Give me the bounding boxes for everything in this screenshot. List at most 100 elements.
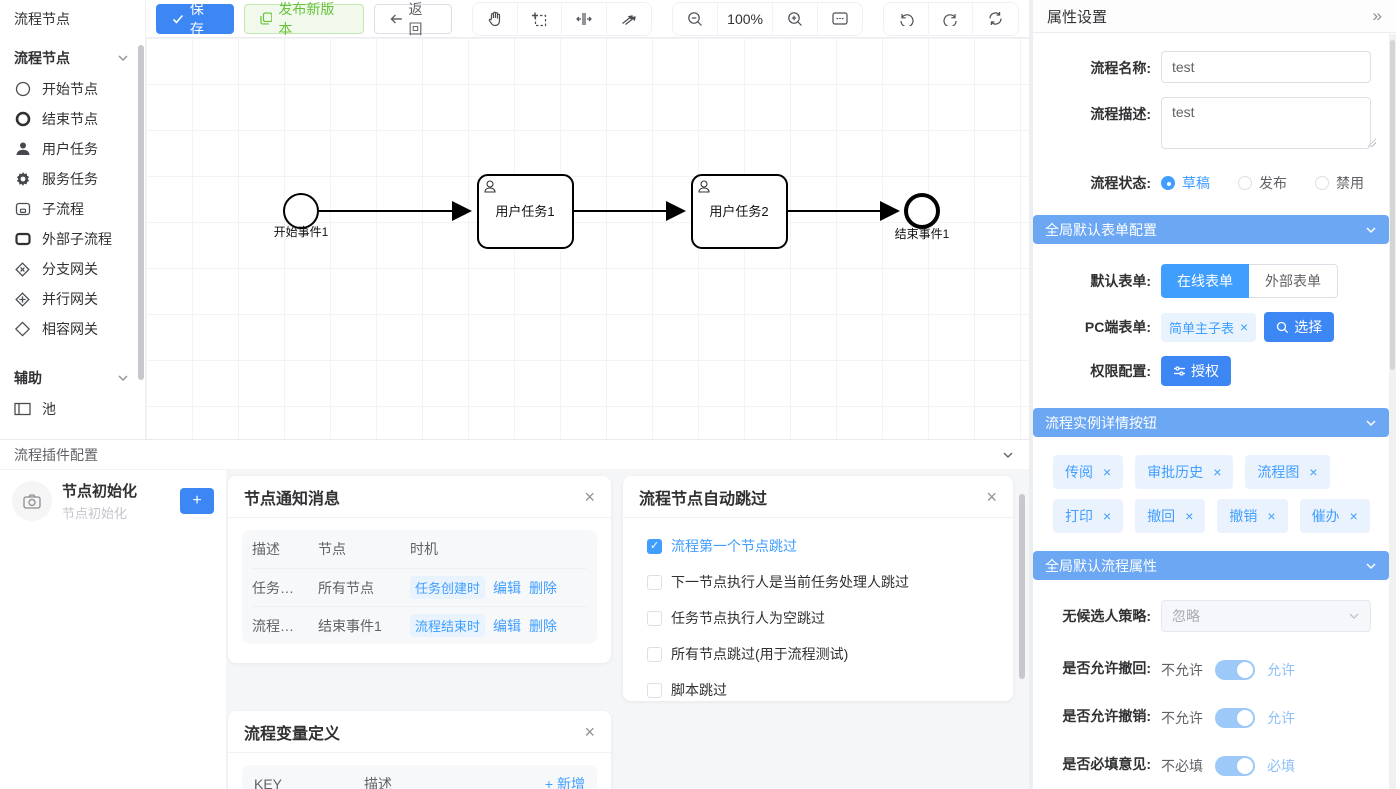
zoom-level-indicator[interactable]: 100% bbox=[718, 3, 773, 35]
panel-body: 流程第一个节点跳过 下一节点执行人是当前任务处理人跳过 任务节点执行人为空跳过 bbox=[623, 518, 1013, 734]
collapse-chevron-icon[interactable] bbox=[1001, 448, 1015, 462]
tool-group-history bbox=[883, 2, 1019, 36]
palette-item-end-node[interactable]: 结束节点 bbox=[0, 104, 145, 134]
palette-item-subprocess[interactable]: 子流程 bbox=[0, 194, 145, 224]
skip-option-same-assignee[interactable]: 下一节点执行人是当前任务处理人跳过 bbox=[647, 572, 989, 592]
panel-title: 节点通知消息 bbox=[244, 485, 340, 509]
user-task-1-node[interactable]: 用户任务1 bbox=[478, 175, 573, 248]
start-event-node[interactable]: 开始事件1 bbox=[274, 194, 329, 239]
collapse-panel-icon[interactable]: » bbox=[1373, 6, 1382, 26]
refresh-button[interactable] bbox=[973, 3, 1018, 35]
section-instance-detail-buttons[interactable]: 流程实例详情按钮 bbox=[1033, 408, 1389, 437]
undo-button[interactable] bbox=[884, 3, 929, 35]
publish-button[interactable]: 发布新版本 bbox=[244, 4, 364, 34]
allow-revoke-switch[interactable] bbox=[1215, 708, 1255, 728]
section-default-process-attrs[interactable]: 全局默认流程属性 bbox=[1033, 551, 1389, 580]
connect-tool-button[interactable] bbox=[607, 3, 652, 35]
sidebar-scrollbar[interactable] bbox=[138, 45, 144, 380]
cell-desc: 任务… bbox=[252, 578, 318, 598]
radio-published[interactable]: 发布 bbox=[1238, 173, 1287, 193]
select-form-button[interactable]: 选择 bbox=[1264, 312, 1334, 342]
remove-tag-icon[interactable]: × bbox=[1103, 508, 1111, 524]
back-button[interactable]: 返回 bbox=[374, 4, 453, 34]
tag-circulate: 传阅× bbox=[1053, 455, 1123, 489]
process-name-input[interactable] bbox=[1161, 51, 1371, 83]
palette-item-exclusive-gateway[interactable]: 分支网关 bbox=[0, 254, 145, 284]
delete-link[interactable]: 删除 bbox=[529, 616, 557, 636]
remove-tag-icon[interactable]: × bbox=[1103, 464, 1111, 480]
tag-flow-diagram: 流程图× bbox=[1245, 455, 1329, 489]
process-desc-textarea[interactable]: test bbox=[1161, 97, 1371, 149]
properties-header: 属性设置 » bbox=[1033, 0, 1396, 33]
remove-tag-icon[interactable]: × bbox=[1213, 464, 1221, 480]
palette-group-auxiliary[interactable]: 辅助 bbox=[0, 358, 145, 394]
online-form-button[interactable]: 在线表单 bbox=[1161, 264, 1249, 298]
remove-tag-icon[interactable]: × bbox=[1240, 319, 1248, 335]
strategy-select[interactable]: 忽略 bbox=[1161, 600, 1371, 632]
remove-tag-icon[interactable]: × bbox=[1350, 508, 1358, 524]
require-comment-switch[interactable] bbox=[1215, 756, 1255, 776]
arrow-left-icon bbox=[390, 13, 403, 25]
chevron-down-icon bbox=[117, 52, 129, 64]
palette-item-start-node[interactable]: 开始节点 bbox=[0, 74, 145, 104]
space-tool-button[interactable] bbox=[562, 3, 607, 35]
lasso-tool-button[interactable] bbox=[518, 3, 563, 35]
chevron-down-icon bbox=[117, 372, 129, 384]
palette-item-pool[interactable]: 池 bbox=[0, 394, 145, 424]
palette-item-service-task[interactable]: 服务任务 bbox=[0, 164, 145, 194]
delete-link[interactable]: 删除 bbox=[529, 578, 557, 598]
skip-option-script[interactable]: 脚本跳过 bbox=[647, 680, 989, 700]
process-status-label: 流程状态: bbox=[1033, 166, 1161, 193]
allow-withdraw-switch[interactable] bbox=[1215, 660, 1255, 680]
app-root: 流程节点 流程节点 开始节点 结束节点 用户任务 bbox=[0, 0, 1400, 789]
properties-scrollbar-thumb[interactable] bbox=[1390, 40, 1395, 370]
palette-group-process-nodes[interactable]: 流程节点 bbox=[0, 38, 145, 74]
section-default-form-config[interactable]: 全局默认表单配置 bbox=[1033, 215, 1389, 244]
remove-tag-icon[interactable]: × bbox=[1267, 508, 1275, 524]
edit-link[interactable]: 编辑 bbox=[493, 616, 521, 636]
space-tool-icon bbox=[576, 12, 592, 26]
skip-option-all-nodes[interactable]: 所有节点跳过(用于流程测试) bbox=[647, 644, 989, 664]
palette-item-label: 服务任务 bbox=[42, 169, 98, 189]
edit-link[interactable]: 编辑 bbox=[493, 578, 521, 598]
remove-tag-icon[interactable]: × bbox=[1185, 508, 1193, 524]
palette-item-label: 外部子流程 bbox=[42, 229, 112, 249]
user-task-2-node[interactable]: 用户任务2 bbox=[692, 175, 787, 248]
zoom-out-button[interactable] bbox=[673, 3, 718, 35]
radio-draft[interactable]: 草稿 bbox=[1161, 173, 1210, 193]
resize-grip-icon[interactable] bbox=[1367, 138, 1376, 147]
skip-option-first-node[interactable]: 流程第一个节点跳过 bbox=[647, 536, 989, 556]
remove-tag-icon[interactable]: × bbox=[1309, 464, 1317, 480]
hand-tool-button[interactable] bbox=[473, 3, 518, 35]
checkbox-icon bbox=[647, 683, 662, 698]
plugin-card-node-init[interactable]: 节点初始化 节点初始化 + bbox=[12, 480, 214, 522]
external-form-button[interactable]: 外部表单 bbox=[1249, 264, 1338, 298]
tag-approval-history: 审批历史× bbox=[1135, 455, 1233, 489]
chevron-down-icon bbox=[1365, 560, 1377, 572]
palette-item-parallel-gateway[interactable]: 并行网关 bbox=[0, 284, 145, 314]
checkbox-label: 所有节点跳过(用于流程测试) bbox=[671, 644, 848, 664]
radio-label: 禁用 bbox=[1336, 173, 1364, 193]
palette-item-external-subprocess[interactable]: 外部子流程 bbox=[0, 224, 145, 254]
palette-item-inclusive-gateway[interactable]: 相容网关 bbox=[0, 314, 145, 344]
panels-scrollbar[interactable] bbox=[1019, 494, 1025, 679]
end-event-node[interactable]: 结束事件1 bbox=[895, 195, 950, 241]
add-variable-link[interactable]: + 新增 bbox=[545, 774, 585, 789]
zoom-in-button[interactable] bbox=[773, 3, 818, 35]
checkbox-label: 脚本跳过 bbox=[671, 680, 727, 700]
close-icon[interactable]: × bbox=[584, 723, 595, 741]
fit-viewport-button[interactable] bbox=[818, 3, 863, 35]
radio-disabled[interactable]: 禁用 bbox=[1315, 173, 1364, 193]
add-plugin-button[interactable]: + bbox=[180, 488, 214, 514]
save-button[interactable]: 保存 bbox=[156, 4, 234, 34]
skip-option-empty-assignee[interactable]: 任务节点执行人为空跳过 bbox=[647, 608, 989, 628]
redo-button[interactable] bbox=[929, 3, 974, 35]
authorize-button[interactable]: 授权 bbox=[1161, 356, 1231, 386]
notify-message-panel: 节点通知消息 × 描述 节点 时机 任务… bbox=[228, 476, 611, 663]
close-icon[interactable]: × bbox=[986, 488, 997, 506]
palette-item-user-task[interactable]: 用户任务 bbox=[0, 134, 145, 164]
bpmn-canvas[interactable]: 开始事件1 用户任务1 bbox=[146, 38, 1029, 439]
panel-header: 节点通知消息 × bbox=[228, 476, 611, 518]
close-icon[interactable]: × bbox=[584, 488, 595, 506]
subprocess-icon bbox=[14, 201, 31, 218]
